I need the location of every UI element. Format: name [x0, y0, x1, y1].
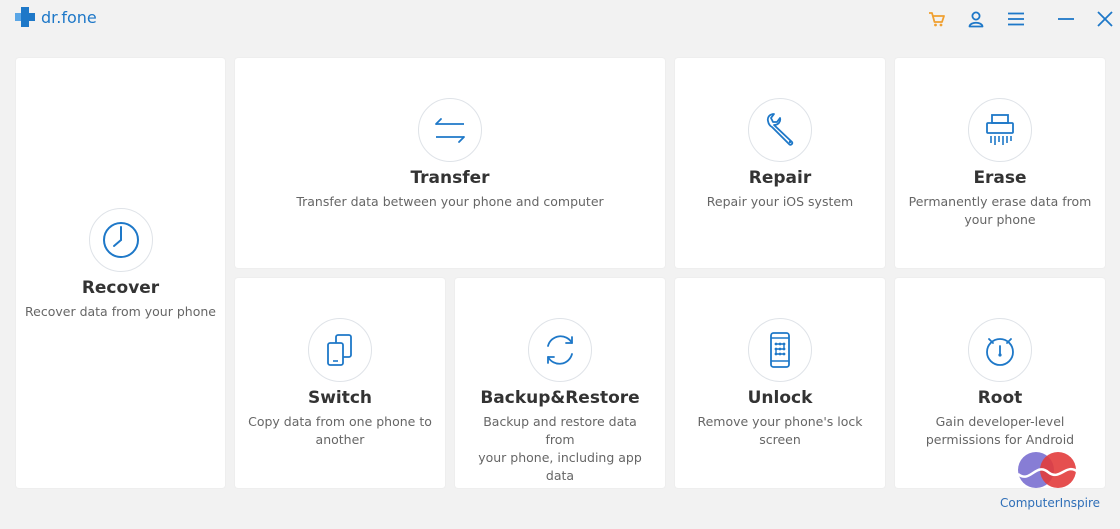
module-unlock[interactable]: Unlock Remove your phone's lock screen	[675, 278, 885, 488]
app-name: dr.fone	[41, 7, 97, 27]
backup-desc-line-1: Backup and restore data from	[483, 414, 637, 447]
transfer-desc: Transfer data between your phone and com…	[296, 194, 604, 209]
unlock-icon-circle	[748, 318, 812, 382]
sync-icon	[547, 335, 573, 365]
watermark-text: ComputerInspire	[1000, 496, 1101, 510]
erase-icon-circle	[968, 98, 1032, 162]
recover-title: Recover	[81, 278, 160, 298]
switch-icon-circle	[308, 318, 372, 382]
minimize-button[interactable]	[1055, 8, 1077, 30]
switch-title: Switch	[307, 388, 373, 408]
transfer-icon-circle	[418, 98, 482, 162]
switch-desc-line-2: another	[315, 432, 365, 447]
close-button[interactable]	[1094, 8, 1116, 30]
erase-title: Erase	[973, 168, 1027, 188]
switch-desc-line-1: Copy data from one phone to	[248, 414, 432, 429]
clock-icon	[102, 222, 139, 258]
root-icon-circle	[968, 318, 1032, 382]
repair-desc: Repair your iOS system	[706, 194, 854, 209]
account-button[interactable]	[965, 8, 987, 30]
erase-desc: Permanently erase data from your phone	[907, 193, 1093, 229]
module-switch[interactable]: Switch Copy data from one phone to anoth…	[235, 278, 445, 488]
watermark-logo-icon	[1017, 452, 1079, 488]
root-title: Root	[977, 388, 1023, 408]
module-recover[interactable]: Recover Recover data from your phone	[16, 58, 225, 488]
close-icon	[1097, 11, 1113, 27]
switch-desc: Copy data from one phone to another	[247, 413, 433, 449]
module-repair[interactable]: Repair Repair your iOS system	[675, 58, 885, 268]
root-desc-line-1: Gain developer-level	[935, 414, 1065, 429]
backup-title: Backup&Restore	[480, 388, 640, 408]
menu-icon	[1008, 12, 1024, 26]
backup-desc-line-2: your phone, including app data	[478, 450, 642, 483]
module-transfer[interactable]: Transfer Transfer data between your phon…	[235, 58, 665, 268]
watermark: ComputerInspire	[1000, 448, 1100, 518]
menu-button[interactable]	[1005, 8, 1027, 30]
repair-icon-circle	[748, 98, 812, 162]
module-backup-restore[interactable]: Backup&Restore Backup and restore data f…	[455, 278, 665, 488]
user-icon	[968, 11, 984, 28]
repair-title: Repair	[748, 168, 812, 188]
unlock-title: Unlock	[747, 388, 813, 408]
phone-pattern-icon	[770, 332, 790, 368]
cart-icon	[929, 12, 945, 27]
transfer-title: Transfer	[410, 168, 490, 188]
backup-desc: Backup and restore data from your phone,…	[467, 413, 653, 485]
unlock-desc-line-1: Remove your phone's lock	[697, 414, 863, 429]
wrench-icon	[766, 113, 794, 146]
arrows-exchange-icon	[435, 118, 465, 143]
phone-switch-icon	[327, 334, 352, 366]
cart-button[interactable]	[926, 8, 948, 30]
backup-icon-circle	[528, 318, 592, 382]
recover-desc: Recover data from your phone	[25, 304, 216, 319]
erase-desc-line-2: your phone	[964, 212, 1036, 227]
unlock-desc: Remove your phone's lock screen	[687, 413, 873, 449]
module-erase[interactable]: Erase Permanently erase data from your p…	[895, 58, 1105, 268]
plus-logo-icon	[15, 7, 35, 27]
root-desc: Gain developer-level permissions for And…	[907, 413, 1093, 449]
app-window: dr.fone Recover Recover data from your p…	[0, 0, 1120, 529]
app-logo: dr.fone	[14, 6, 97, 28]
erase-desc-line-1: Permanently erase data from	[908, 194, 1092, 209]
unlock-desc-line-2: screen	[759, 432, 801, 447]
title-bar: dr.fone	[0, 0, 1120, 40]
minimize-icon	[1058, 18, 1074, 20]
root-desc-line-2: permissions for Android	[925, 432, 1075, 447]
shredder-icon	[986, 114, 1014, 145]
android-timer-icon	[986, 338, 1014, 366]
recover-icon-circle	[88, 208, 153, 272]
